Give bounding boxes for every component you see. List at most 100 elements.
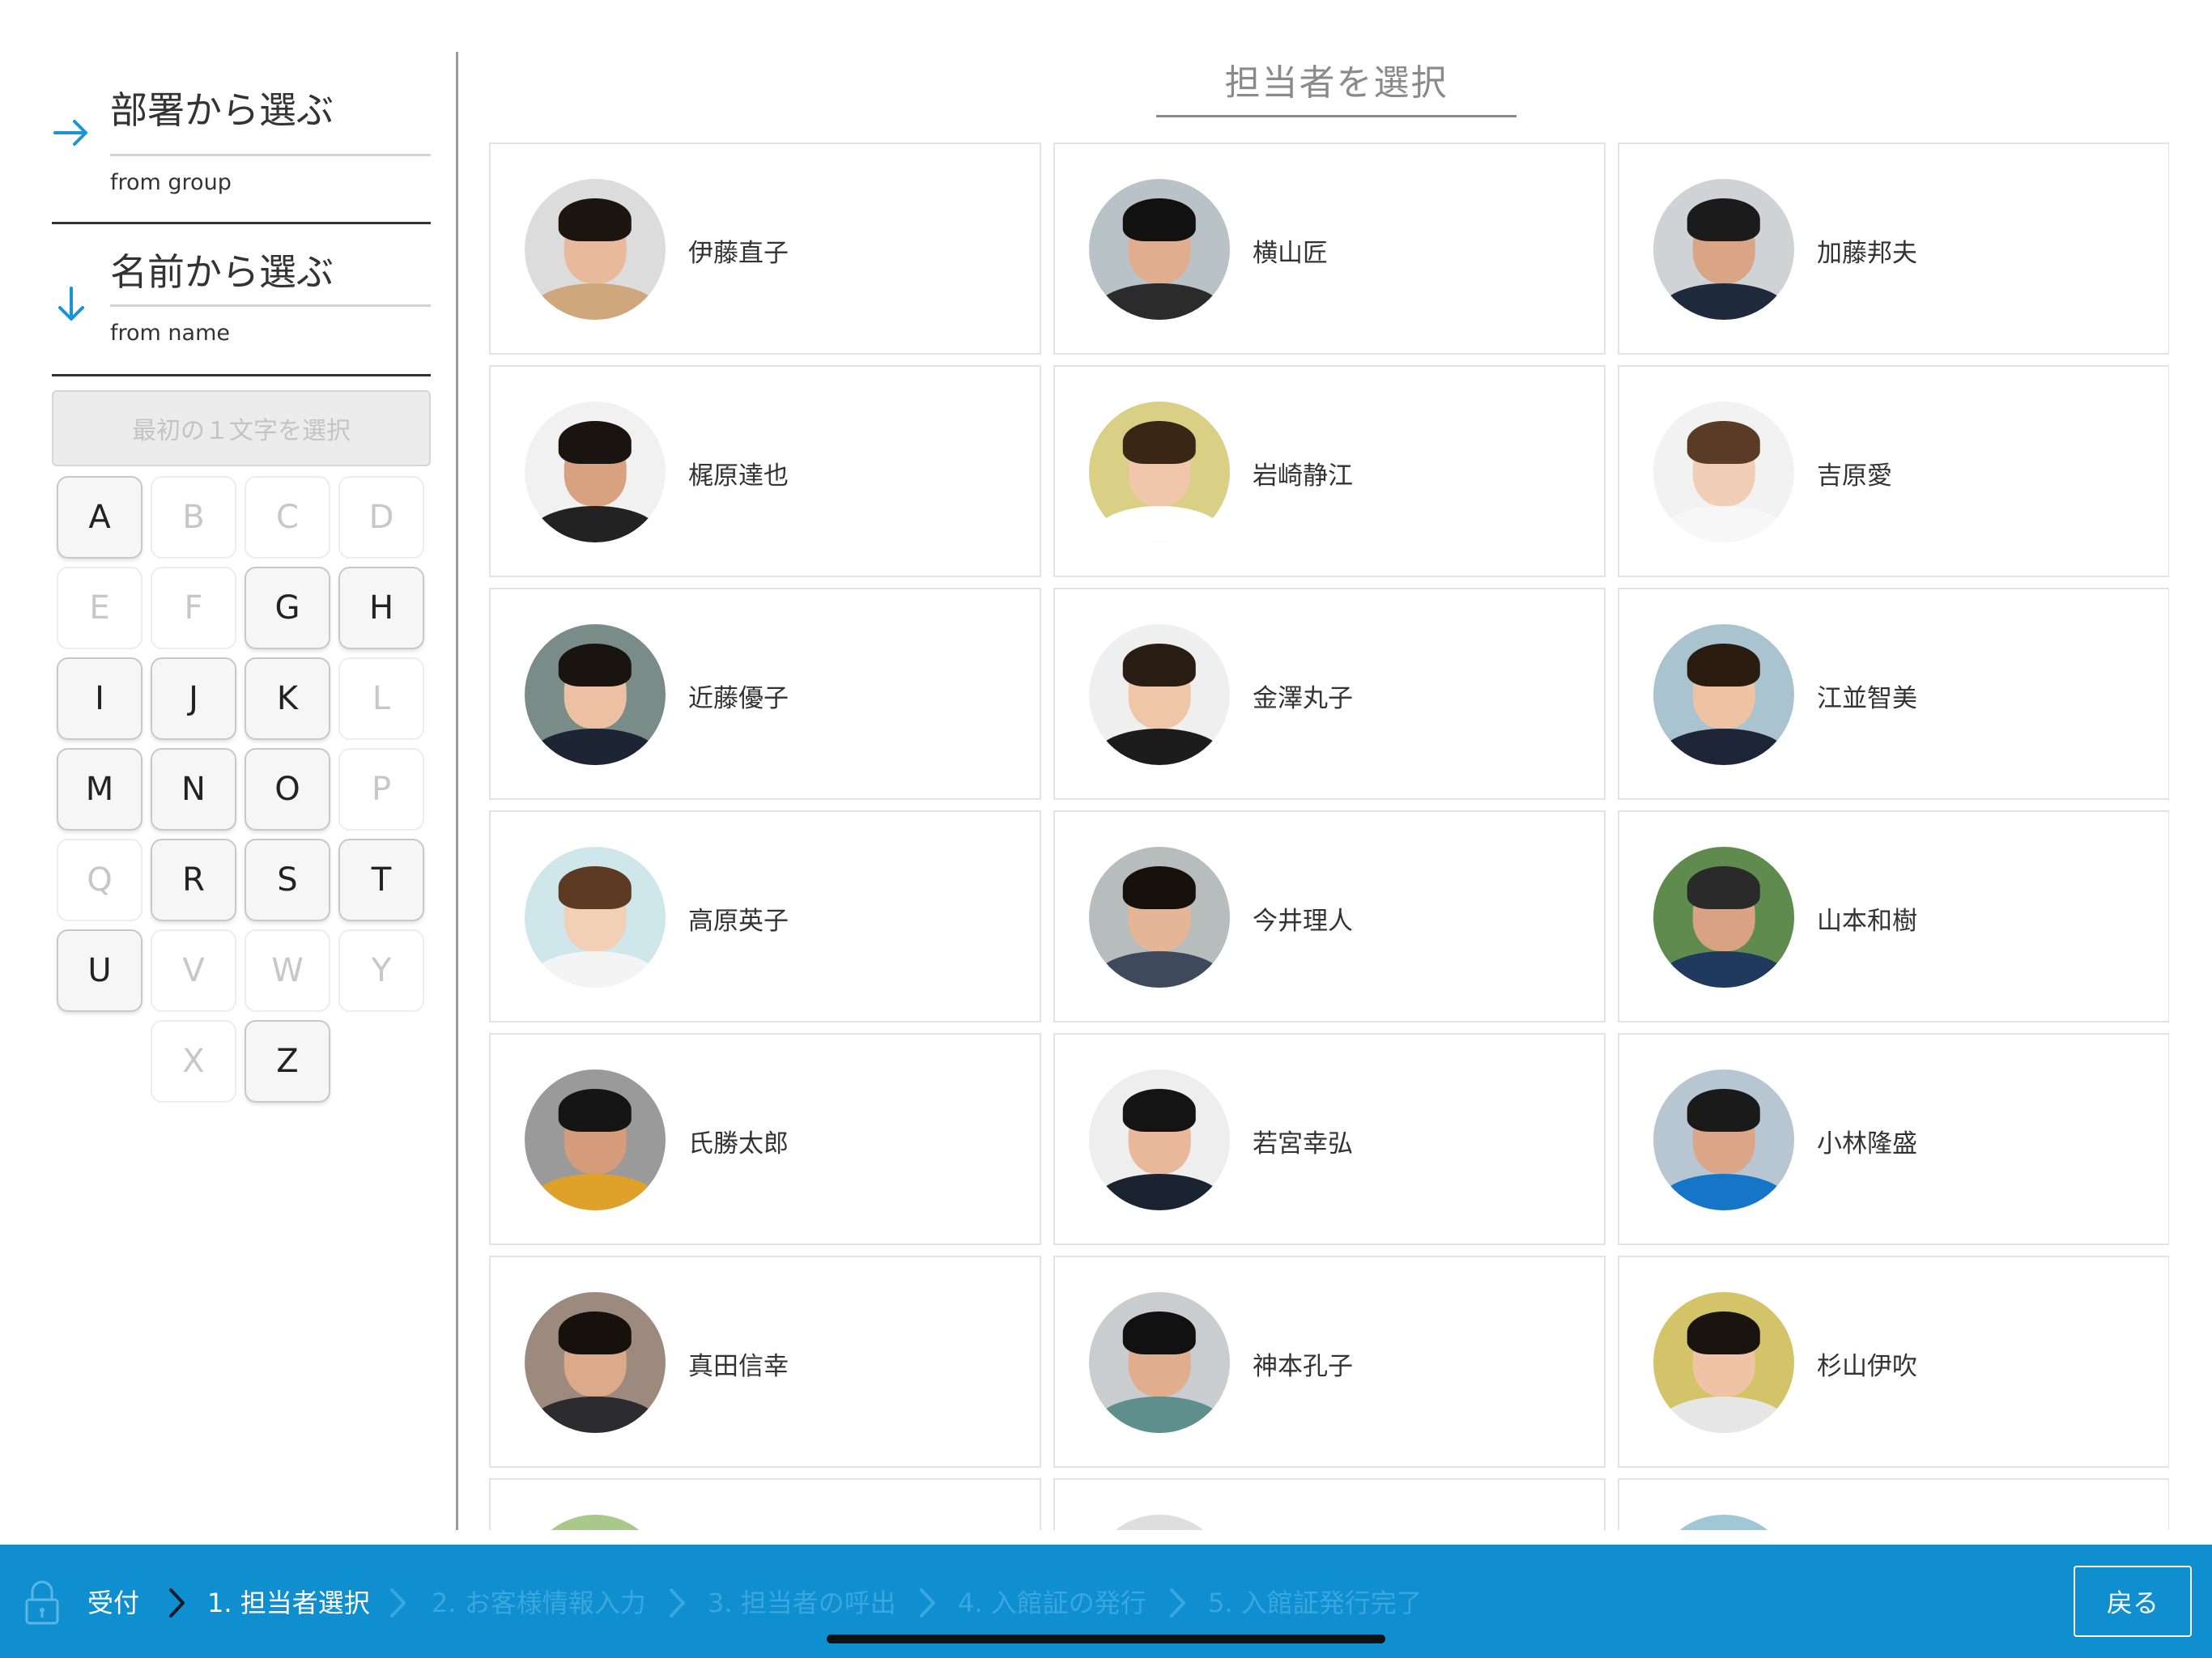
staff-name: 杉山伊吹 — [1817, 1351, 1917, 1381]
name-mode-subtitle: from name — [110, 321, 230, 346]
staff-card[interactable]: 小林隆盛 — [1618, 1033, 2169, 1245]
letter-key-t[interactable]: T — [338, 839, 424, 921]
letter-key-f: F — [151, 567, 236, 649]
group-mode-subtitle: from group — [110, 170, 232, 195]
sidebar: 部署から選ぶ from group 名前から選ぶ from name 最初の１文… — [0, 0, 457, 1530]
letter-key-v: V — [151, 929, 236, 1012]
letter-key-a[interactable]: A — [57, 476, 143, 559]
name-mode-title: 名前から選ぶ — [110, 250, 334, 294]
letter-key-h[interactable]: H — [338, 567, 424, 649]
letter-key-j[interactable]: J — [151, 657, 236, 740]
arrow-right-icon — [53, 120, 87, 146]
staff-photo — [1653, 1069, 1794, 1210]
divider — [110, 154, 431, 156]
staff-name: 神本孔子 — [1253, 1351, 1353, 1381]
staff-card[interactable]: 神本孔子 — [1053, 1256, 1606, 1468]
staff-photo — [1653, 1515, 1794, 1530]
step-5: 5. 入館証発行完了 — [1208, 1588, 1423, 1618]
step-0: 受付 — [87, 1588, 140, 1618]
letter-key-e: E — [57, 567, 143, 649]
staff-name: 加藤邦夫 — [1817, 238, 1917, 268]
staff-card[interactable]: 近藤優子 — [489, 588, 1041, 800]
letter-key-b: B — [151, 476, 236, 559]
letter-key-c: C — [245, 476, 330, 559]
staff-name: 伊藤直子 — [688, 238, 789, 268]
letter-key-i[interactable]: I — [57, 657, 143, 740]
letter-key-p: P — [338, 748, 424, 831]
chevron-right-icon — [1170, 1588, 1185, 1618]
staff-card[interactable] — [1053, 1478, 1606, 1530]
staff-name: 高原英子 — [688, 906, 789, 936]
staff-card[interactable]: 梶原達也 — [489, 365, 1041, 577]
staff-card[interactable] — [489, 1478, 1041, 1530]
letter-key-k[interactable]: K — [245, 657, 330, 740]
staff-name: 岩崎静江 — [1253, 461, 1353, 491]
staff-grid: 伊藤直子 横山匠 加藤邦夫梶原達也 岩崎静江 吉原愛近藤優子 金澤丸子 江並智美高原英子 今井… — [489, 142, 2169, 1530]
chevron-right-icon — [169, 1588, 185, 1618]
staff-photo — [1653, 847, 1794, 988]
staff-name: 今井理人 — [1253, 906, 1353, 936]
staff-photo — [525, 847, 666, 988]
chevron-right-icon — [670, 1588, 685, 1618]
staff-name: 氏勝太郎 — [688, 1129, 789, 1158]
select-by-group-option[interactable]: 部署から選ぶ from group — [52, 78, 431, 225]
staff-photo — [525, 1069, 666, 1210]
sidebar-divider — [456, 52, 458, 1530]
letter-key-g[interactable]: G — [245, 567, 330, 649]
letter-key-m[interactable]: M — [57, 748, 143, 831]
staff-card[interactable]: 横山匠 — [1053, 142, 1606, 355]
letter-key-u[interactable]: U — [57, 929, 143, 1012]
staff-card[interactable]: 杉山伊吹 — [1618, 1256, 2169, 1468]
divider — [110, 304, 431, 307]
home-indicator — [827, 1635, 1385, 1643]
staff-card[interactable]: 岩崎静江 — [1053, 365, 1606, 577]
letter-key-w: W — [245, 929, 330, 1012]
step-2: 2. お客様情報入力 — [432, 1588, 646, 1618]
staff-card[interactable]: 若宮幸弘 — [1053, 1033, 1606, 1245]
group-mode-title: 部署から選ぶ — [110, 88, 334, 132]
staff-photo — [525, 402, 666, 542]
letter-key-l: L — [338, 657, 424, 740]
back-button[interactable]: 戻る — [2074, 1566, 2192, 1637]
chevron-right-icon — [390, 1588, 406, 1618]
staff-card[interactable]: 今井理人 — [1053, 810, 1606, 1022]
divider — [52, 374, 431, 376]
staff-name: 梶原達也 — [688, 461, 789, 491]
staff-card[interactable]: 加藤邦夫 — [1618, 142, 2169, 355]
staff-photo — [525, 1292, 666, 1433]
staff-photo — [1089, 179, 1230, 320]
first-letter-hint: 最初の１文字を選択 — [52, 390, 431, 466]
staff-card[interactable]: 高原英子 — [489, 810, 1041, 1022]
letter-key-s[interactable]: S — [245, 839, 330, 921]
staff-card[interactable]: 金澤丸子 — [1053, 588, 1606, 800]
staff-card[interactable]: 伊藤直子 — [489, 142, 1041, 355]
letter-key-r[interactable]: R — [151, 839, 236, 921]
staff-card[interactable]: 山本和樹 — [1618, 810, 2169, 1022]
letter-key-y: Y — [338, 929, 424, 1012]
divider — [52, 222, 431, 224]
staff-name: 江並智美 — [1817, 683, 1917, 713]
select-by-name-option[interactable]: 名前から選ぶ from name — [52, 240, 431, 379]
staff-photo — [1089, 624, 1230, 765]
letter-key-q: Q — [57, 839, 143, 921]
arrow-down-icon — [58, 287, 84, 321]
staff-card[interactable]: 真田信幸 — [489, 1256, 1041, 1468]
letter-key-n[interactable]: N — [151, 748, 236, 831]
staff-card[interactable]: 氏勝太郎 — [489, 1033, 1041, 1245]
staff-photo — [1089, 402, 1230, 542]
step-4: 4. 入館証の発行 — [958, 1588, 1146, 1618]
staff-name: 真田信幸 — [688, 1351, 789, 1381]
letter-key-o[interactable]: O — [245, 748, 330, 831]
staff-name: 近藤優子 — [688, 683, 789, 713]
staff-name: 金澤丸子 — [1253, 683, 1353, 713]
letter-key-x: X — [151, 1020, 236, 1103]
staff-photo — [1089, 1292, 1230, 1433]
lock-icon[interactable] — [24, 1580, 60, 1626]
letter-key-z[interactable]: Z — [245, 1020, 330, 1103]
staff-photo — [1653, 179, 1794, 320]
staff-card[interactable]: 江並智美 — [1618, 588, 2169, 800]
staff-name: 若宮幸弘 — [1253, 1129, 1353, 1158]
staff-card[interactable]: 吉原愛 — [1618, 365, 2169, 577]
chevron-right-icon — [920, 1588, 935, 1618]
staff-card[interactable] — [1618, 1478, 2169, 1530]
